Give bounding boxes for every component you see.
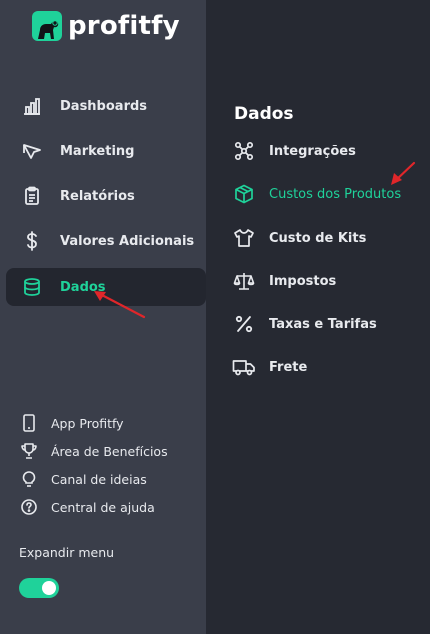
percent-icon xyxy=(232,314,256,334)
brand-logo[interactable]: profitfy xyxy=(32,11,180,41)
submenu-item-frete[interactable]: Frete xyxy=(232,355,307,379)
annotation-arrow-custos xyxy=(391,161,416,185)
submenu-item-label: Custo de Kits xyxy=(269,230,367,246)
footer-link-app-profitfy[interactable]: App Profitfy xyxy=(18,412,124,434)
database-icon xyxy=(12,277,52,297)
footer-link-canal-de-ideias[interactable]: Canal de ideias xyxy=(18,468,147,490)
scale-icon xyxy=(232,271,256,291)
sidebar-item-marketing[interactable]: Marketing xyxy=(6,132,206,170)
footer-link-label: Área de Benefícios xyxy=(51,443,168,459)
footer-link-label: App Profitfy xyxy=(51,415,124,431)
ram-logo-icon xyxy=(32,11,62,41)
submenu-title: Dados xyxy=(234,104,294,124)
lightbulb-icon xyxy=(18,470,40,488)
help-circle-icon xyxy=(18,498,40,516)
footer-link-label: Canal de ideias xyxy=(51,471,147,487)
sidebar-item-dashboards[interactable]: Dashboards xyxy=(6,87,206,125)
submenu-item-label: Frete xyxy=(269,359,308,375)
submenu-item-impostos[interactable]: Impostos xyxy=(232,269,336,293)
footer-link-label: Central de ajuda xyxy=(51,499,155,515)
submenu-item-integracoes[interactable]: Integrações xyxy=(232,139,356,163)
expand-menu-label: Expandir menu xyxy=(19,545,115,560)
share-nodes-icon xyxy=(232,141,256,161)
sidebar-item-relatorios[interactable]: Relatórios xyxy=(6,177,206,215)
submenu-item-custos-dos-produtos[interactable]: Custos dos Produtos xyxy=(232,182,401,206)
dollar-icon xyxy=(12,231,52,251)
sidebar-item-label: Dashboards xyxy=(60,98,148,114)
megaphone-icon xyxy=(12,141,52,161)
trophy-icon xyxy=(18,442,40,460)
truck-icon xyxy=(232,357,256,377)
shirt-icon xyxy=(232,228,256,248)
annotation-arrow-dados xyxy=(94,291,146,319)
submenu-item-custo-de-kits[interactable]: Custo de Kits xyxy=(232,226,366,250)
bar-chart-icon xyxy=(12,96,52,116)
clipboard-icon xyxy=(12,186,52,206)
sidebar-item-label: Valores Adicionais xyxy=(60,233,195,249)
brand-name: profitfy xyxy=(68,11,180,41)
toggle-knob xyxy=(42,581,56,595)
sidebar-item-valores-adicionais[interactable]: Valores Adicionais xyxy=(6,222,206,260)
footer-link-central-de-ajuda[interactable]: Central de ajuda xyxy=(18,496,155,518)
smartphone-icon xyxy=(18,414,40,432)
submenu-item-taxas-e-tarifas[interactable]: Taxas e Tarifas xyxy=(232,312,377,336)
box-icon xyxy=(232,184,256,204)
submenu-item-label: Custos dos Produtos xyxy=(269,186,402,202)
submenu-item-label: Impostos xyxy=(269,273,337,289)
expand-menu-toggle[interactable] xyxy=(19,578,59,598)
submenu-item-label: Integrações xyxy=(269,143,356,159)
sidebar-item-label: Marketing xyxy=(60,143,135,159)
footer-link-area-de-beneficios[interactable]: Área de Benefícios xyxy=(18,440,168,462)
submenu-item-label: Taxas e Tarifas xyxy=(269,316,377,332)
sidebar-item-label: Relatórios xyxy=(60,188,135,204)
